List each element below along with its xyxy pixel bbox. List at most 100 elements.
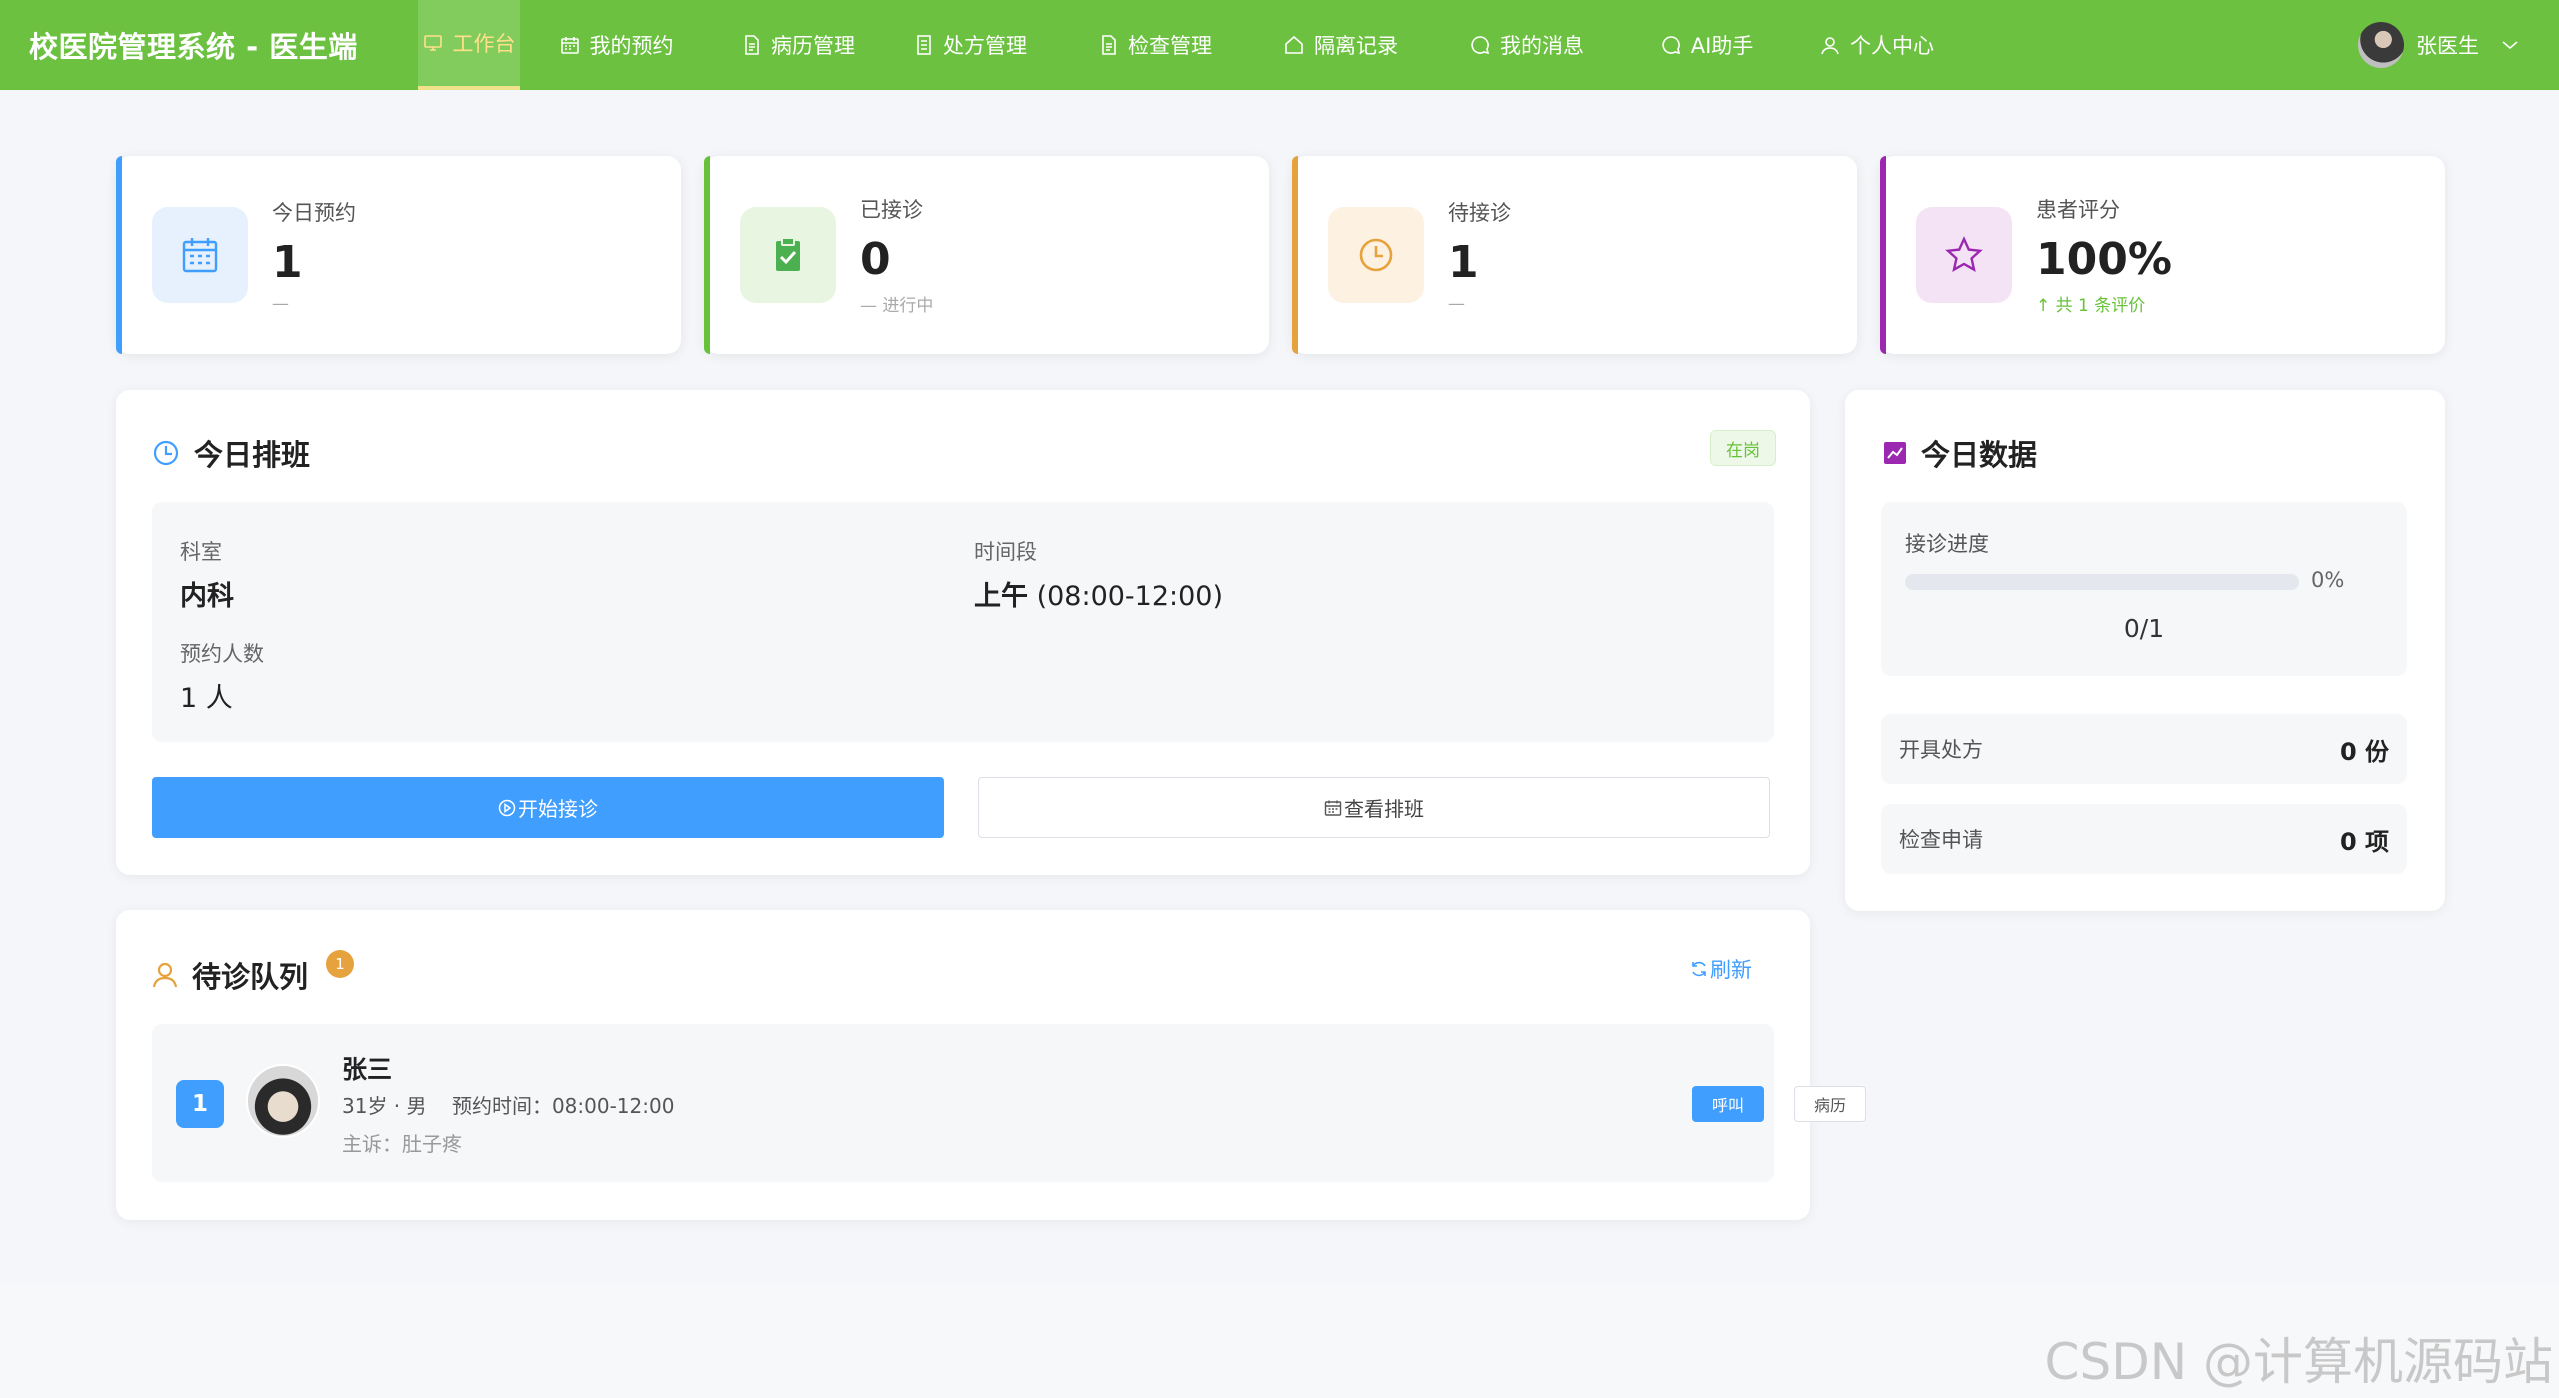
nav-label: 我的消息	[1500, 34, 1584, 58]
user-icon	[152, 961, 178, 989]
stat-sub: ↑ 共 1 条评价	[2036, 296, 2146, 316]
schedule-info: 科室 内科 时间段 上午 (08:00-12:00) 预约人数 1 人	[152, 502, 1774, 742]
time-value: 上午 (08:00-12:00)	[974, 574, 1223, 613]
progress-ratio: 0/1	[2123, 614, 2165, 643]
nav-label: 工作台	[452, 32, 516, 56]
stat-card-today-appointments: 今日预约 1 —	[116, 156, 681, 354]
button-label: 查看排班	[1344, 797, 1424, 821]
nav-profile[interactable]: 个人中心	[1787, 0, 1967, 90]
accent-bar	[1880, 156, 1886, 354]
stat-label: 患者评分	[2036, 198, 2120, 222]
prescription-count-row: 开具处方 0 份	[1881, 714, 2407, 784]
chart-icon	[1883, 441, 1907, 465]
progress-percent: 0%	[2311, 568, 2345, 592]
calendar-icon	[152, 207, 248, 303]
stat-value: 1	[272, 236, 303, 288]
patient-info: 31岁 · 男 预约时间：08:00-12:00	[342, 1094, 675, 1118]
avatar	[2358, 22, 2404, 68]
panel-title-text: 今日数据	[1921, 438, 2038, 472]
refresh-button[interactable]: 刷新	[1690, 954, 1752, 984]
view-record-button[interactable]: 病历	[1794, 1086, 1866, 1122]
panel-title: 今日数据	[1883, 432, 2037, 474]
stat-sub: —	[1448, 293, 1465, 314]
play-circle-icon	[498, 799, 516, 817]
stat-value: 100%	[2036, 234, 2172, 285]
user-icon	[1820, 35, 1840, 55]
time-period: 上午	[974, 581, 1028, 612]
nav-label: 隔离记录	[1314, 34, 1398, 58]
user-menu[interactable]: 张医生	[2358, 0, 2519, 90]
clock-icon	[1328, 207, 1424, 303]
nav-label: 我的预约	[589, 34, 674, 58]
progress-box: 接诊进度 0% 0/1	[1881, 502, 2407, 676]
nav-label: 处方管理	[943, 34, 1027, 58]
nav-label: 病历管理	[771, 34, 855, 58]
nav-label: AI助手	[1690, 34, 1754, 58]
stat-value: 1	[1448, 236, 1479, 288]
watermark: CSDN @计算机源码站	[2044, 1333, 2553, 1391]
stat-sub: — 进行中	[860, 296, 934, 316]
home-icon	[1284, 35, 1304, 55]
nav-appointments[interactable]: 我的预约	[520, 0, 713, 90]
dept-label: 科室	[180, 540, 222, 564]
nav-label: 检查管理	[1128, 34, 1212, 58]
stat-card-received: 已接诊 0 — 进行中	[704, 156, 1269, 354]
panel-title-text: 待诊队列	[192, 960, 309, 994]
time-range: (08:00-12:00)	[1036, 581, 1224, 612]
nav-ai-assistant[interactable]: AI助手	[1627, 0, 1787, 90]
clipboard-check-icon	[740, 207, 836, 303]
document-icon	[1100, 35, 1118, 55]
count-value: 1 人	[180, 683, 233, 714]
calendar-icon	[1324, 799, 1342, 817]
progress-bar	[1905, 574, 2299, 590]
chat-icon	[1470, 35, 1490, 55]
nav-medical-records[interactable]: 病历管理	[713, 0, 885, 90]
dept-value: 内科	[180, 581, 234, 612]
app-title: 校医院管理系统 - 医生端	[29, 30, 358, 64]
accent-bar	[704, 156, 710, 354]
row-value: 0 份	[2339, 737, 2389, 766]
start-consultation-button[interactable]: 开始接诊	[152, 777, 944, 838]
today-data-panel: 今日数据 接诊进度 0% 0/1 开具处方 0 份 检查申请 0 项	[1845, 390, 2445, 911]
row-label: 开具处方	[1899, 738, 1983, 762]
stat-card-pending: 待接诊 1 —	[1292, 156, 1857, 354]
progress-label: 接诊进度	[1905, 532, 1989, 556]
accent-bar	[1292, 156, 1298, 354]
nav-messages[interactable]: 我的消息	[1427, 0, 1627, 90]
refresh-icon	[1690, 960, 1708, 978]
chat-icon	[1661, 35, 1681, 55]
nav-examinations[interactable]: 检查管理	[1057, 0, 1255, 90]
view-schedule-button[interactable]: 查看排班	[978, 777, 1770, 838]
panel-title: 今日排班	[152, 432, 310, 474]
chevron-down-icon	[2501, 39, 2519, 51]
stat-label: 待接诊	[1448, 200, 1511, 225]
count-label: 预约人数	[180, 642, 264, 666]
row-value: 0 项	[2339, 827, 2389, 856]
stat-sub: —	[272, 293, 289, 314]
stat-label: 今日预约	[272, 200, 356, 225]
panel-title: 待诊队列	[152, 954, 308, 996]
user-name: 张医生	[2416, 34, 2479, 58]
nav-isolation[interactable]: 隔离记录	[1255, 0, 1427, 90]
stat-label: 已接诊	[860, 198, 923, 222]
stat-value: 0	[860, 234, 891, 285]
main-nav: 工作台 我的预约 病历管理 处方管理 检查管理 隔离记录 我的消息 AI助手 个…	[418, 0, 1967, 90]
clock-icon	[152, 439, 180, 467]
nav-label: 个人中心	[1850, 34, 1934, 58]
refresh-label: 刷新	[1710, 958, 1752, 982]
nav-prescriptions[interactable]: 处方管理	[885, 0, 1057, 90]
schedule-panel: 今日排班 在岗 科室 内科 时间段 上午 (08:00-12:00) 预约人数 …	[116, 390, 1810, 875]
nav-dashboard[interactable]: 工作台	[418, 0, 520, 90]
call-patient-button[interactable]: 呼叫	[1692, 1086, 1764, 1122]
queue-item: 1 张三 31岁 · 男 预约时间：08:00-12:00 主诉：肚子疼 呼叫 …	[152, 1024, 1866, 1182]
stat-card-rating: 患者评分 100% ↑ 共 1 条评价	[1880, 156, 2445, 354]
row-label: 检查申请	[1899, 828, 1983, 852]
time-label: 时间段	[974, 540, 1037, 564]
button-label: 开始接诊	[518, 797, 598, 821]
queue-number: 1	[176, 1080, 224, 1128]
patient-name: 张三	[342, 1055, 393, 1084]
exam-count-row: 检查申请 0 项	[1881, 804, 2407, 874]
top-header: 校医院管理系统 - 医生端 工作台 我的预约 病历管理 处方管理 检查管理 隔离…	[0, 0, 2559, 90]
star-icon	[1916, 207, 2012, 303]
document-icon	[743, 35, 761, 55]
